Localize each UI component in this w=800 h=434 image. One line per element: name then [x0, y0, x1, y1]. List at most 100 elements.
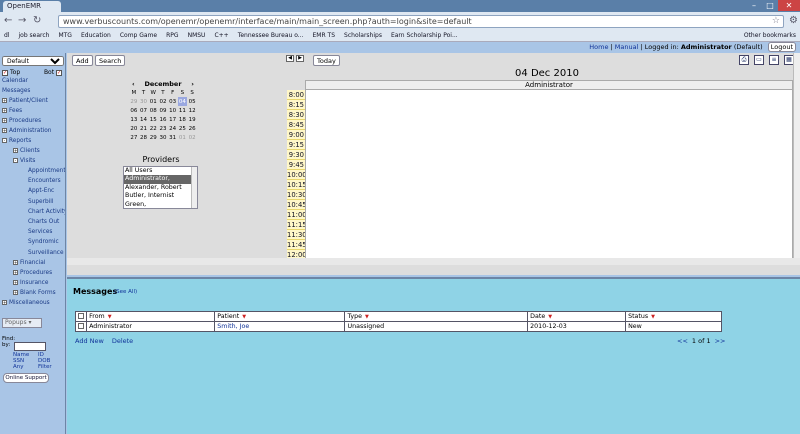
nav-item[interactable]: Calendar: [1, 76, 65, 86]
mini-calendar-day[interactable]: 28: [139, 133, 149, 142]
week-view-icon[interactable]: ≡: [769, 55, 779, 65]
nav-item[interactable]: + Miscellaneous: [1, 298, 65, 308]
mini-calendar-day[interactable]: 21: [139, 124, 149, 133]
nav-item[interactable]: + Insurance: [1, 278, 65, 288]
mini-calendar-day[interactable]: 29: [129, 97, 139, 106]
top-toggle[interactable]: ✓ Top: [2, 69, 20, 76]
pager-prev[interactable]: <<: [677, 337, 688, 345]
mini-calendar-day[interactable]: 31: [168, 133, 178, 142]
collapse-icon[interactable]: -: [2, 138, 7, 143]
providers-scrollbar[interactable]: [191, 167, 197, 208]
column-header[interactable]: Patient ▼: [214, 311, 346, 322]
nav-item[interactable]: Superbill: [1, 197, 65, 207]
nav-item[interactable]: Appointments: [1, 166, 65, 176]
time-slot[interactable]: 10:00: [287, 170, 307, 180]
column-header[interactable]: Type ▼: [344, 311, 529, 322]
time-slot[interactable]: 11:30: [287, 230, 307, 240]
vertical-scrollbar[interactable]: [793, 53, 800, 258]
mini-calendar-day[interactable]: 18: [178, 115, 188, 124]
nav-item[interactable]: Messages: [1, 86, 65, 96]
sort-icon[interactable]: ▼: [108, 314, 112, 320]
bookmark-item[interactable]: dl: [4, 32, 9, 39]
bookmark-item[interactable]: RPG: [166, 32, 178, 39]
search-button[interactable]: Search: [95, 55, 126, 66]
provider-option[interactable]: Administrator,: [124, 175, 193, 184]
providers-list[interactable]: All Users Administrator, Alexander, Robert…: [123, 166, 198, 209]
expand-icon[interactable]: +: [13, 289, 18, 295]
mini-calendar-day[interactable]: 16: [158, 115, 168, 124]
delete-link[interactable]: Delete: [112, 337, 133, 345]
print-icon[interactable]: ⎙: [739, 55, 749, 65]
online-support-button[interactable]: Online Support: [3, 373, 49, 383]
provider-option[interactable]: Alexander, Robert: [124, 184, 193, 192]
provider-option[interactable]: All Users: [124, 167, 193, 175]
nav-item[interactable]: + Fees: [1, 106, 65, 116]
expand-icon[interactable]: +: [13, 279, 18, 285]
nav-item[interactable]: + Procedures: [1, 116, 65, 126]
expand-icon[interactable]: +: [2, 98, 7, 103]
mini-calendar-day[interactable]: 25: [178, 124, 188, 133]
nav-item[interactable]: Charts Out: [1, 217, 65, 227]
wrench-icon[interactable]: ⚙: [789, 15, 798, 26]
bookmark-item[interactable]: Comp Game: [120, 32, 157, 39]
today-button[interactable]: Today: [313, 55, 340, 66]
expand-icon[interactable]: +: [2, 118, 7, 123]
mini-calendar-day[interactable]: 30: [139, 97, 149, 106]
mini-calendar-day[interactable]: 06: [129, 106, 139, 115]
nav-item[interactable]: Encounters: [1, 176, 65, 186]
pager-next[interactable]: >>: [715, 337, 726, 345]
time-slot[interactable]: 8:00: [287, 90, 305, 100]
other-bookmarks[interactable]: Other bookmarks: [744, 32, 800, 39]
time-slot[interactable]: 9:30: [287, 150, 305, 160]
nav-item[interactable]: Services: [1, 227, 65, 237]
mini-calendar-day[interactable]: 14: [139, 115, 149, 124]
prev-day-icon[interactable]: ◀: [286, 55, 294, 62]
time-slot[interactable]: 10:15: [287, 180, 307, 190]
time-slot[interactable]: 8:45: [287, 120, 305, 130]
mini-calendar-day[interactable]: 08: [148, 106, 158, 115]
mini-calendar-day[interactable]: 04: [177, 97, 188, 106]
minimize-icon[interactable]: –: [746, 0, 762, 11]
day-schedule-grid[interactable]: [305, 90, 793, 258]
nav-item[interactable]: + Patient/Client: [1, 96, 65, 106]
mini-calendar-day[interactable]: 07: [139, 106, 149, 115]
logout-button[interactable]: Logout: [767, 42, 796, 52]
bookmark-item[interactable]: Tennessee Bureau o...: [238, 32, 304, 39]
mini-calendar-day[interactable]: 01: [148, 97, 158, 106]
mini-calendar-day[interactable]: 20: [129, 124, 139, 133]
mini-calendar-day[interactable]: 22: [148, 124, 158, 133]
bookmark-item[interactable]: Education: [81, 32, 111, 39]
reload-icon[interactable]: ↻: [33, 15, 41, 26]
sort-icon[interactable]: ▼: [548, 314, 552, 320]
bookmark-item[interactable]: NMSU: [188, 32, 206, 39]
home-link[interactable]: Home: [589, 43, 608, 51]
nav-item[interactable]: Syndromic: [1, 237, 65, 247]
sort-icon[interactable]: ▼: [651, 314, 655, 320]
bookmark-item[interactable]: Scholarships: [344, 32, 382, 39]
layout-select[interactable]: Default: [2, 56, 64, 66]
mini-calendar-day[interactable]: 10: [168, 106, 178, 115]
nav-item[interactable]: + Procedures: [1, 268, 65, 278]
column-header[interactable]: From ▼: [86, 311, 216, 322]
find-by-any[interactable]: Any: [13, 364, 35, 370]
expand-icon[interactable]: +: [13, 259, 18, 265]
expand-icon[interactable]: +: [13, 269, 18, 275]
mini-calendar-day[interactable]: 03: [168, 97, 178, 106]
bookmark-item[interactable]: job search: [18, 32, 49, 39]
find-filter[interactable]: Filter: [38, 364, 54, 370]
sort-icon[interactable]: ▼: [365, 314, 369, 320]
mini-calendar-day[interactable]: 27: [129, 133, 139, 142]
time-slot[interactable]: 8:15: [287, 100, 305, 110]
collapse-icon[interactable]: -: [13, 158, 18, 163]
nav-item[interactable]: - Visits: [1, 156, 65, 166]
expand-icon[interactable]: +: [2, 128, 7, 133]
row-checkbox[interactable]: [74, 321, 88, 332]
time-slot[interactable]: 10:30: [287, 190, 307, 200]
mini-calendar-day[interactable]: 01: [178, 133, 188, 142]
next-day-icon[interactable]: ▶: [296, 55, 304, 62]
nav-item[interactable]: + Financial: [1, 258, 65, 268]
select-all-checkbox[interactable]: [74, 311, 88, 322]
time-slot[interactable]: 9:45: [287, 160, 305, 170]
bookmark-item[interactable]: C++: [214, 32, 228, 39]
day-view-icon[interactable]: ▭: [754, 55, 764, 65]
